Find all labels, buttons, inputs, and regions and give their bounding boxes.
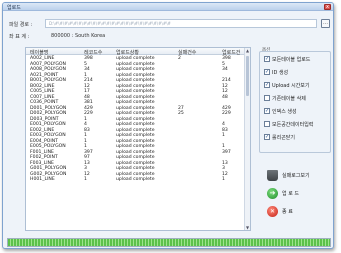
checkbox-checked[interactable]: ✓	[264, 82, 270, 88]
table-body: A002_LINE 398 upload complete 2 398 A007_POLY…	[26, 56, 250, 183]
checkbox-unchecked[interactable]	[264, 121, 270, 127]
close-icon: ✕	[267, 206, 278, 217]
option-item[interactable]: 모든공간데이터입력	[264, 121, 313, 129]
option-label: ID 생성	[272, 70, 289, 76]
scroll-thumb[interactable]	[246, 56, 249, 96]
upload-label: 업 로 드	[282, 191, 299, 197]
path-label: 파일 경로 :	[9, 22, 33, 28]
table-row[interactable]: H001_LINE 1 upload complete 1	[26, 177, 250, 183]
title-bar[interactable]: 업로드 x	[3, 3, 333, 11]
upload-button[interactable]: ➔ 업 로 드	[267, 188, 299, 200]
exit-label: 종 료	[282, 209, 293, 215]
option-label: 모든공간데이터입력	[272, 122, 314, 128]
failed-log-button[interactable]: 실패로그보기	[267, 170, 310, 182]
window-title: 업로드	[7, 5, 21, 11]
options-group: ✓ 모든테이블 업로드 ✓ ID 생성 ✓ Upload 시간보기 기존테이블 삭제 ✓ 인덱스…	[259, 51, 331, 153]
checkbox-checked[interactable]: ✓	[264, 69, 270, 75]
cell-upload-count: 1	[222, 177, 225, 182]
checkbox-checked[interactable]: ✓	[264, 108, 270, 114]
coord-label: 좌 표 계 :	[9, 34, 30, 40]
option-item[interactable]: ✓ Upload 시간보기	[264, 82, 310, 90]
cell-record-count: 1	[84, 177, 87, 182]
checkbox-checked[interactable]: ✓	[264, 56, 270, 62]
option-item[interactable]: ✓ 인덱스 생성	[264, 108, 297, 116]
path-input[interactable]: D:\#\#\#\#\#\#\#\#\#\#\#\#\#\#\#\#\#\#\#…	[45, 19, 317, 28]
upload-table[interactable]: 테이블명 레코드수 업로드상황 실패건수 업로드건 A002_LINE 398 up…	[25, 47, 251, 231]
table-header: 테이블명 레코드수 업로드상황 실패건수 업로드건	[26, 48, 250, 56]
trash-icon	[267, 170, 278, 181]
header-upload-status[interactable]: 업로드상황	[116, 49, 139, 56]
failed-log-label: 실패로그보기	[282, 173, 310, 179]
option-label: 롤리곤닫기	[272, 135, 296, 141]
option-item[interactable]: 기존테이블 삭제	[264, 95, 306, 103]
exit-button[interactable]: ✕ 종 료	[267, 206, 293, 218]
option-item[interactable]: ✓ 롤리곤닫기	[264, 134, 295, 142]
cell-upload-status: upload complete	[116, 177, 155, 182]
coord-value: 800000 : South Korea	[51, 33, 106, 39]
table-scrollbar[interactable]: ▲ ▼	[244, 48, 250, 230]
window-close-button[interactable]: x	[324, 4, 331, 10]
option-label: 기존테이블 삭제	[272, 96, 306, 102]
option-label: Upload 시간보기	[272, 83, 310, 89]
option-item[interactable]: ✓ 모든테이블 업로드	[264, 56, 310, 64]
header-record-count[interactable]: 레코드수	[84, 49, 102, 56]
header-upload-count[interactable]: 업로드건	[222, 49, 240, 56]
scroll-down-icon[interactable]: ▼	[245, 225, 250, 230]
cell-table-name: H001_LINE	[30, 177, 55, 182]
browse-button[interactable]: …	[321, 19, 330, 28]
upload-progress-bar	[7, 238, 331, 247]
progress-fill	[8, 239, 330, 246]
checkbox-unchecked[interactable]	[264, 95, 270, 101]
header-fail-count[interactable]: 실패건수	[178, 49, 196, 56]
upload-icon: ➔	[267, 188, 278, 199]
option-label: 인덱스 생성	[272, 109, 297, 115]
upload-dialog: 업로드 x 파일 경로 : D:\#\#\#\#\#\#\#\#\#\#\#\#…	[2, 2, 334, 249]
option-label: 모든테이블 업로드	[272, 57, 311, 63]
scroll-up-icon[interactable]: ▲	[245, 48, 250, 53]
header-table-name[interactable]: 테이블명	[30, 49, 48, 56]
checkbox-checked[interactable]: ✓	[264, 134, 270, 140]
option-item[interactable]: ✓ ID 생성	[264, 69, 288, 77]
